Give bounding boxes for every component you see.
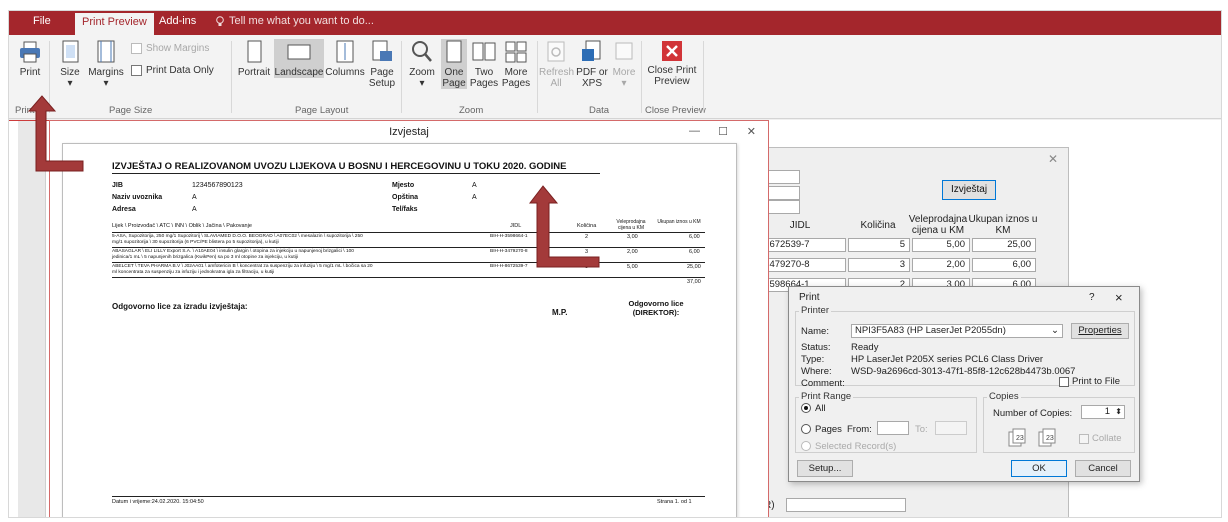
access-window: File Print Preview Add-ins Tell me what … [8, 10, 1222, 518]
arrow-to-report-heading [528, 185, 600, 268]
arrow-to-print-button [27, 95, 84, 172]
annotation-arrows [27, 95, 600, 268]
